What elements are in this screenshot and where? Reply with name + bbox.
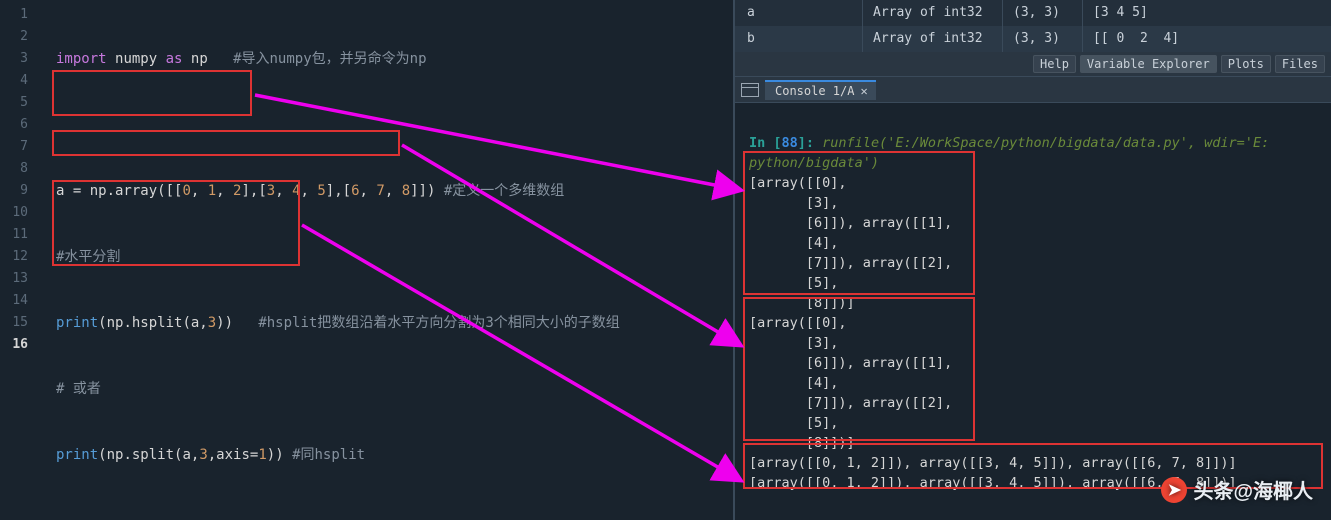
console-output-2: [array([[0], [3], [6]]), array([[1], [4]…	[749, 315, 952, 451]
var-name: a	[735, 0, 863, 26]
var-name: b	[735, 26, 863, 52]
in-prompt: In [	[749, 135, 782, 151]
tab-files[interactable]: Files	[1275, 55, 1325, 73]
console-tab-label: Console 1/A	[775, 84, 854, 98]
var-value: [3 4 5]	[1083, 0, 1331, 26]
code-area[interactable]: import numpy as np #导入numpy包，并另命令为np a =…	[56, 4, 729, 520]
var-size: (3, 3)	[1003, 0, 1083, 26]
console-output-1: [array([[0], [3], [6]]), array([[1], [4]…	[749, 175, 952, 311]
table-row[interactable]: a Array of int32 (3, 3) [3 4 5]	[735, 0, 1331, 26]
line-gutter: 12345678 910111213141516	[0, 0, 36, 520]
var-size: (3, 3)	[1003, 26, 1083, 52]
close-icon[interactable]: ✕	[860, 84, 867, 98]
tab-help[interactable]: Help	[1033, 55, 1076, 73]
console-tab-bar: Console 1/A ✕	[735, 77, 1331, 103]
table-row[interactable]: b Array of int32 (3, 3) [[ 0 2 4] [ 6 8 …	[735, 26, 1331, 52]
tab-plots[interactable]: Plots	[1221, 55, 1271, 73]
console-tab[interactable]: Console 1/A ✕	[765, 80, 876, 100]
console-runfile: runfile('E:/WorkSpace/python/bigdata/dat…	[749, 135, 1269, 171]
var-type: Array of int32	[863, 0, 1003, 26]
window-icon[interactable]	[741, 83, 759, 97]
kw-import: import	[56, 51, 107, 67]
tab-variable-explorer[interactable]: Variable Explorer	[1080, 55, 1217, 73]
var-value: [[ 0 2 4] [ 6 8 10]	[1083, 26, 1331, 52]
var-type: Array of int32	[863, 26, 1003, 52]
console-output-3: [array([[0, 1, 2]]), array([[3, 4, 5]]),…	[749, 455, 1237, 491]
ipython-console[interactable]: In [88]: runfile('E:/WorkSpace/python/bi…	[735, 103, 1331, 520]
variable-explorer[interactable]: a Array of int32 (3, 3) [3 4 5] b Array …	[735, 0, 1331, 77]
panel-tabs: Help Variable Explorer Plots Files	[735, 52, 1331, 76]
code-editor[interactable]: 12345678 910111213141516 import numpy as…	[0, 0, 735, 520]
